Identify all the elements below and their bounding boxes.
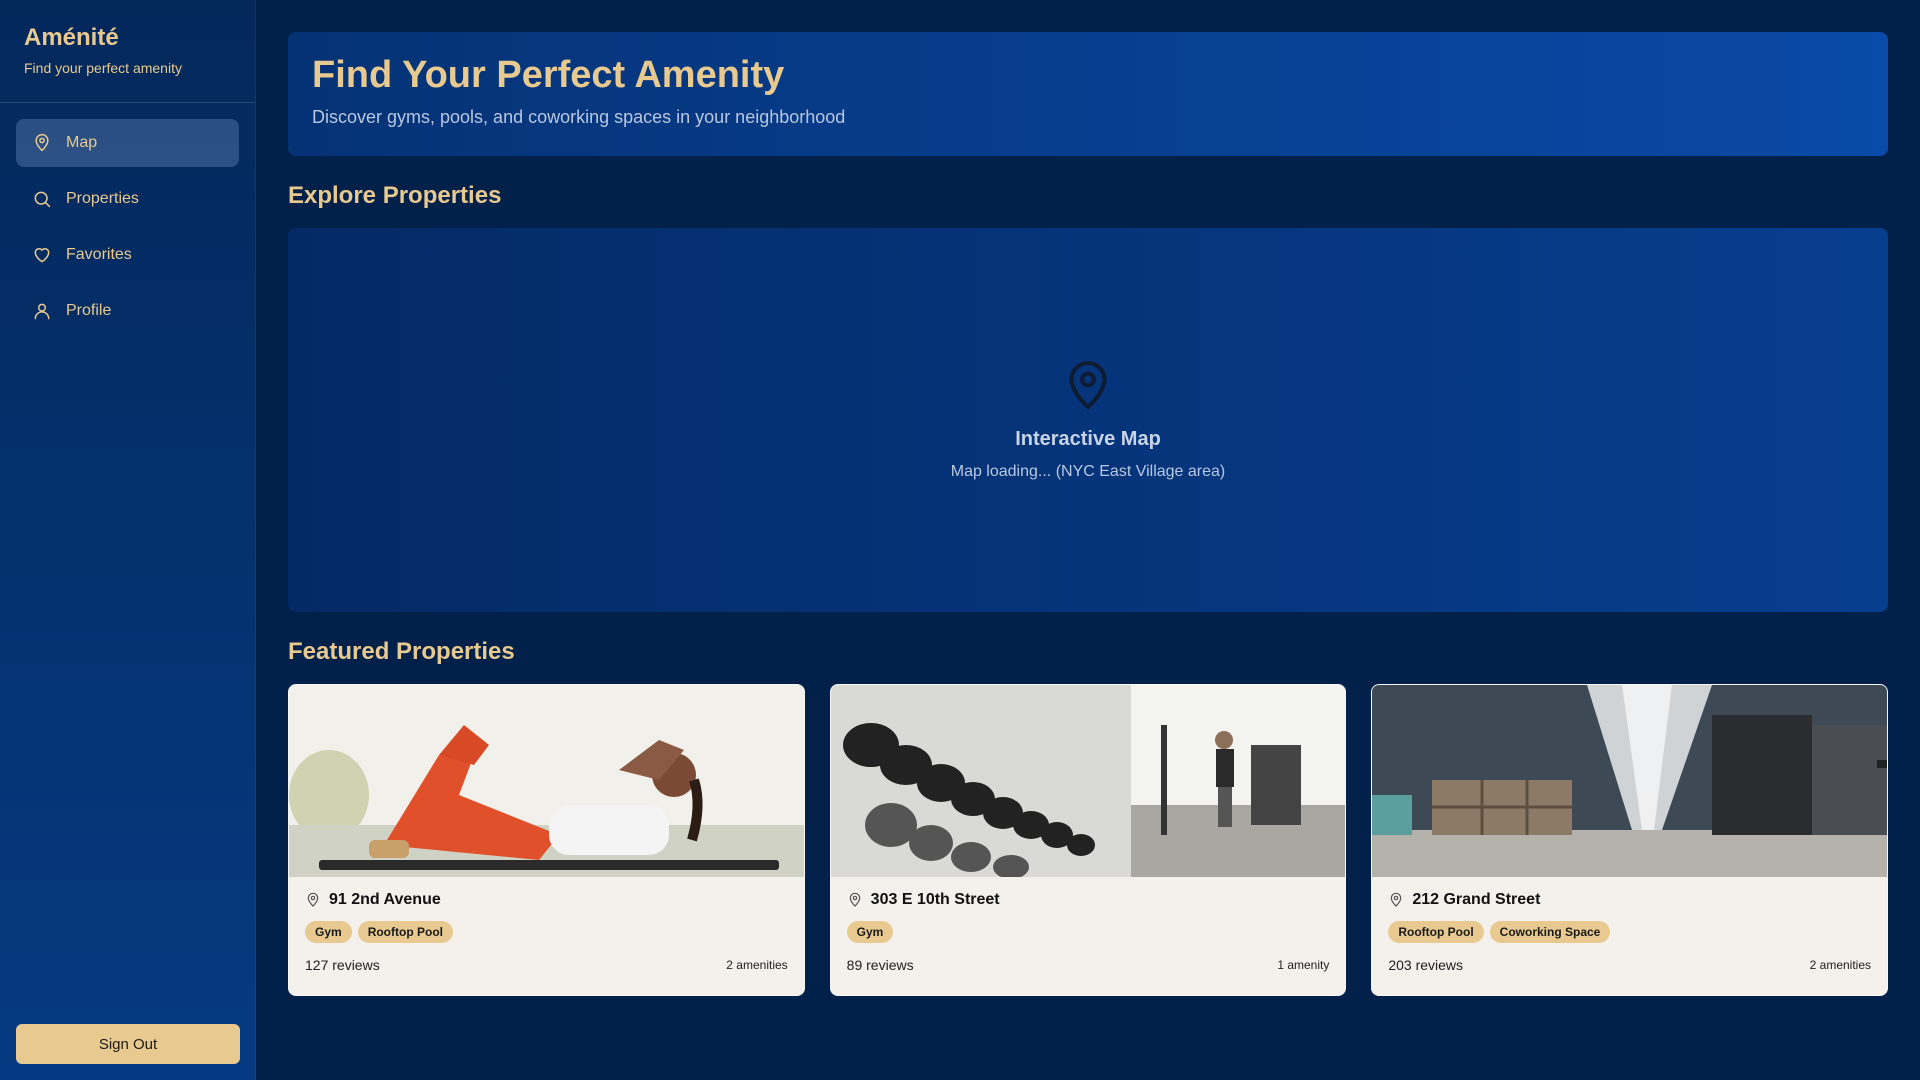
amenity-tag: Rooftop Pool — [1388, 921, 1484, 943]
property-address: 303 E 10th Street — [847, 891, 1330, 909]
property-address: 212 Grand Street — [1388, 891, 1871, 909]
map-status: Map loading... (NYC East Village area) — [950, 463, 1226, 480]
property-card[interactable]: 212 Grand Street Rooftop Pool Coworking … — [1371, 684, 1889, 996]
amenity-tag: Rooftop Pool — [357, 921, 453, 943]
property-address-text: 91 2nd Avenue — [329, 891, 441, 908]
amenity-tag: Coworking Space — [1489, 921, 1611, 943]
sidebar-item-map[interactable]: Map — [16, 119, 239, 167]
featured-title: Featured Properties — [288, 638, 515, 665]
property-card[interactable]: 91 2nd Avenue Gym Rooftop Pool 127 revie… — [288, 684, 805, 996]
main-content: Find Your Perfect Amenity Discover gyms,… — [288, 32, 1889, 996]
brand-subtitle: Find your perfect amenity — [24, 60, 182, 76]
amenity-tag: Gym — [305, 921, 352, 943]
sidebar-item-label: Profile — [66, 302, 112, 319]
map-pin-icon — [1066, 359, 1110, 416]
sidebar-item-properties[interactable]: Properties — [16, 175, 239, 223]
review-count: 127 reviews — [305, 957, 380, 973]
property-address-text: 212 Grand Street — [1412, 891, 1541, 908]
property-image — [1372, 685, 1888, 877]
map-pin-icon — [1391, 892, 1402, 907]
sidebar-item-label: Properties — [66, 190, 139, 207]
sidebar: Aménité Find your perfect amenity Map Pr… — [0, 0, 256, 1080]
review-count: 89 reviews — [846, 957, 914, 973]
amenity-tags: Rooftop Pool Coworking Space — [1388, 921, 1871, 943]
map-pin-icon — [35, 133, 49, 152]
explore-title: Explore Properties — [288, 182, 502, 209]
property-cards: 91 2nd Avenue Gym Rooftop Pool 127 revie… — [288, 684, 1889, 996]
search-icon — [34, 191, 51, 208]
hero-banner: Find Your Perfect Amenity Discover gyms,… — [288, 32, 1888, 156]
map-pin-icon — [307, 892, 319, 907]
brand: Aménité Find your perfect amenity — [0, 0, 255, 103]
interactive-map[interactable]: Interactive Map Map loading... (NYC East… — [288, 228, 1888, 612]
heart-icon — [34, 248, 50, 263]
amenity-count: 2 amenities — [1809, 958, 1872, 972]
map-title: Interactive Map — [1015, 428, 1161, 450]
amenity-tag: Gym — [846, 921, 894, 943]
review-count: 203 reviews — [1388, 957, 1464, 973]
brand-title: Aménité — [24, 24, 119, 51]
sidebar-item-label: Map — [66, 134, 98, 151]
sidebar-item-favorites[interactable]: Favorites — [16, 231, 239, 279]
amenity-count: 2 amenities — [726, 958, 788, 972]
property-card[interactable]: 303 E 10th Street Gym 89 reviews 1 ameni… — [829, 684, 1347, 996]
amenity-tags: Gym — [846, 921, 1330, 943]
amenity-count: 1 amenity — [1277, 958, 1330, 972]
map-pin-icon — [849, 892, 860, 907]
amenity-tags: Gym Rooftop Pool — [305, 921, 788, 943]
sidebar-nav: Map Properties Favorites Profile — [0, 103, 255, 359]
sign-out-button[interactable]: Sign Out — [16, 1024, 240, 1064]
property-address: 91 2nd Avenue — [305, 891, 788, 909]
page-title: Find Your Perfect Amenity — [312, 54, 785, 96]
property-image — [830, 685, 1346, 877]
property-image — [289, 685, 804, 877]
page-subtitle: Discover gyms, pools, and coworking spac… — [312, 107, 846, 127]
property-address-text: 303 E 10th Street — [870, 891, 1000, 908]
user-icon — [34, 303, 50, 320]
sidebar-item-profile[interactable]: Profile — [16, 287, 239, 335]
sidebar-item-label: Favorites — [66, 246, 132, 263]
